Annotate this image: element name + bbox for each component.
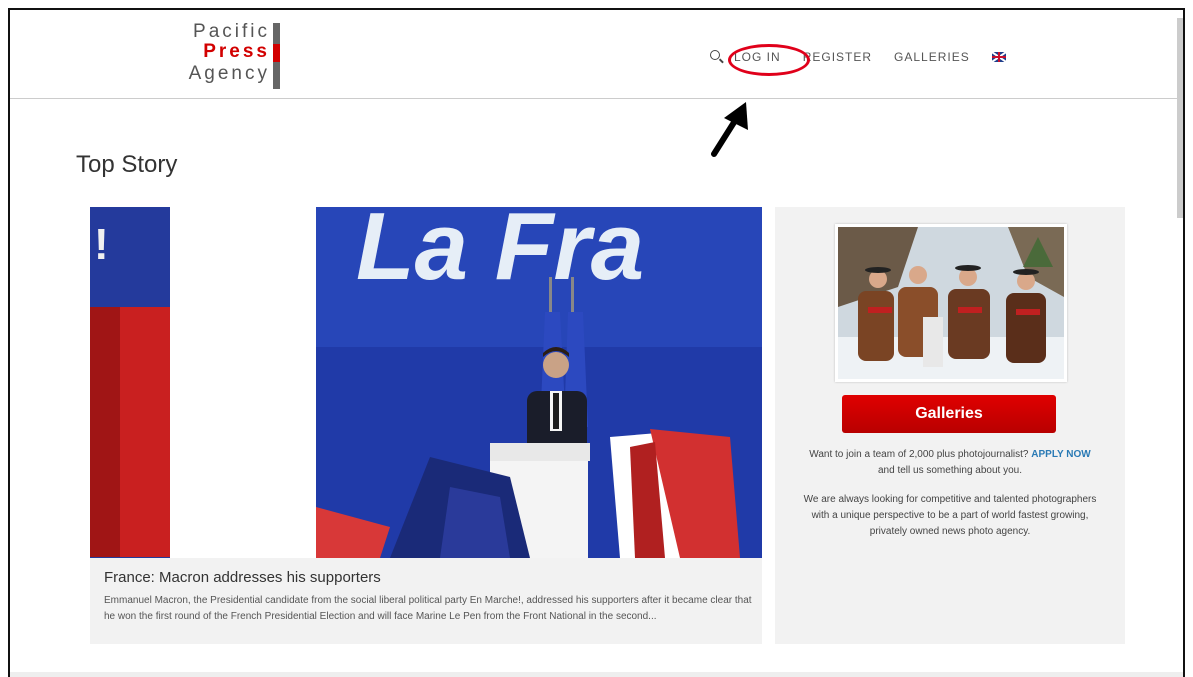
site-header: Pacific Press Agency LOG IN REGISTER GAL… bbox=[10, 10, 1183, 99]
page-title: Top Story bbox=[76, 151, 178, 178]
page-scrollbar[interactable] bbox=[1177, 18, 1183, 218]
galleries-button[interactable]: Galleries bbox=[842, 395, 1056, 433]
svg-text:La Fra: La Fra bbox=[356, 207, 644, 300]
svg-text:!: ! bbox=[94, 220, 109, 269]
apply-paragraph: Want to join a team of 2,000 plus photoj… bbox=[805, 447, 1095, 479]
story-headline[interactable]: France: Macron addresses his supporters bbox=[104, 569, 381, 586]
recruit-paragraph: We are always looking for competitive an… bbox=[803, 494, 1097, 537]
sidebar-gallery-photo[interactable] bbox=[835, 224, 1067, 382]
logo-line-1: Pacific bbox=[193, 21, 270, 42]
logo-line-2: Press bbox=[203, 41, 270, 62]
site-logo[interactable]: Pacific Press Agency bbox=[182, 21, 292, 91]
apply-now-link[interactable]: APPLY NOW bbox=[1031, 449, 1090, 460]
top-story-card[interactable]: ! La Fra France: Macron addresses his su… bbox=[90, 207, 762, 644]
annotation-arrow-icon bbox=[711, 102, 748, 157]
logo-bar-accent bbox=[273, 44, 280, 62]
sidebar-panel: Galleries Want to join a team of 2,000 p… bbox=[775, 207, 1125, 644]
logo-line-3: Agency bbox=[188, 63, 270, 84]
page-footer-strip bbox=[10, 672, 1183, 677]
apply-text-before: Want to join a team of 2,000 plus photoj… bbox=[809, 449, 1029, 460]
uk-flag-icon[interactable] bbox=[991, 52, 1006, 62]
nav-login[interactable]: LOG IN bbox=[734, 50, 781, 64]
search-icon[interactable] bbox=[710, 50, 724, 64]
nav-register[interactable]: REGISTER bbox=[803, 50, 872, 64]
top-story-photo[interactable]: ! La Fra bbox=[90, 207, 762, 558]
story-summary: Emmanuel Macron, the Presidential candid… bbox=[104, 595, 752, 622]
apply-text-after: and tell us something about you. bbox=[878, 465, 1022, 476]
main-nav: LOG IN REGISTER GALLERIES bbox=[710, 48, 1006, 66]
browser-frame: Pacific Press Agency LOG IN REGISTER GAL… bbox=[8, 8, 1185, 677]
nav-galleries[interactable]: GALLERIES bbox=[894, 50, 970, 64]
